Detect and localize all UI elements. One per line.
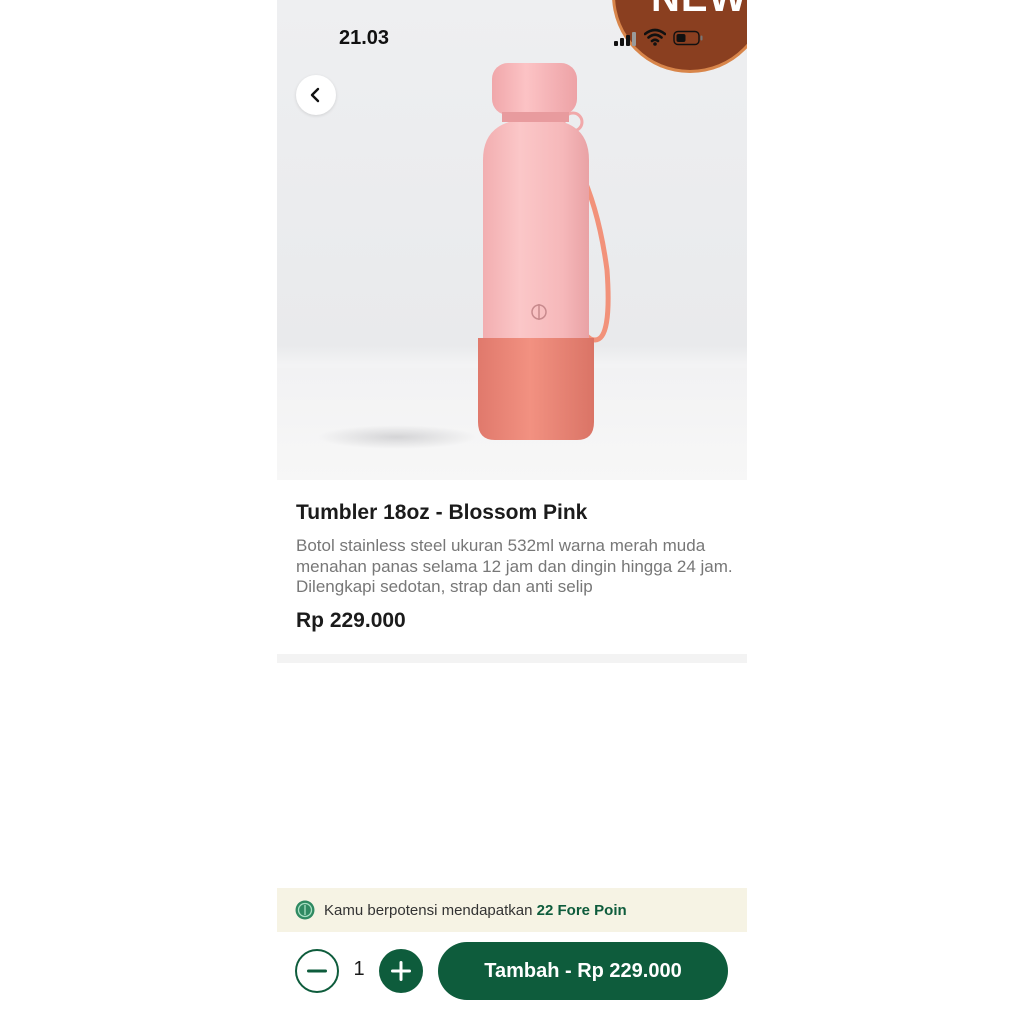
points-amount: 22 Fore Poin bbox=[536, 901, 627, 919]
product-info: Tumbler 18oz - Blossom Pink Botol stainl… bbox=[296, 498, 736, 633]
quantity-value: 1 bbox=[353, 958, 365, 980]
product-image: NEW 21.03 bbox=[277, 0, 747, 480]
back-button[interactable] bbox=[296, 75, 336, 115]
product-price: Rp 229.000 bbox=[296, 608, 406, 632]
add-to-cart-button[interactable]: Tambah - Rp 229.000 bbox=[438, 942, 728, 1000]
product-description: Botol stainless steel ukuran 532ml warna… bbox=[296, 536, 733, 596]
increase-quantity-button[interactable] bbox=[379, 949, 423, 993]
decrease-quantity-button[interactable] bbox=[295, 949, 339, 993]
chevron-left-icon bbox=[310, 87, 320, 103]
points-text: Kamu berpotensi mendapatkan 22 Fore Poin bbox=[324, 902, 627, 919]
new-badge-label: NEW bbox=[651, 0, 747, 21]
plus-icon bbox=[391, 961, 411, 981]
minus-icon bbox=[307, 969, 327, 973]
signal-icon bbox=[614, 32, 636, 46]
wifi-icon bbox=[644, 28, 666, 46]
fore-coin-icon bbox=[295, 900, 315, 920]
status-time: 21.03 bbox=[339, 27, 390, 49]
product-detail-screen: NEW 21.03 bbox=[277, 0, 747, 1024]
points-prefix: Kamu berpotensi mendapatkan bbox=[324, 901, 537, 919]
battery-icon bbox=[673, 30, 703, 46]
section-divider bbox=[277, 654, 747, 663]
product-title: Tumbler 18oz - Blossom Pink bbox=[296, 501, 588, 524]
tumbler-illustration bbox=[478, 63, 611, 440]
points-banner: Kamu berpotensi mendapatkan 22 Fore Poin bbox=[277, 888, 747, 932]
